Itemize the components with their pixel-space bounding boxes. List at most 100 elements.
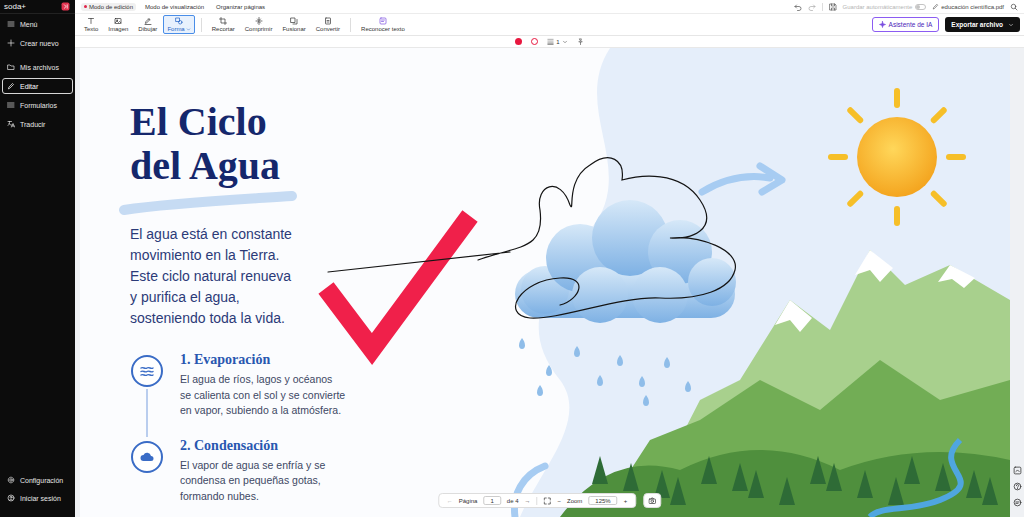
stroke-color-swatch[interactable] (531, 38, 538, 45)
page-navigator: ←Página1de 4→−Zoom125%+ (438, 493, 636, 508)
tool-label: Imagen (108, 26, 128, 32)
ai-assistant-button[interactable]: Asistente de IA (872, 17, 940, 32)
line-width-icon (547, 38, 554, 45)
step-text[interactable]: El vapor de agua se enfría y secondensa … (180, 458, 410, 505)
sidebar-item[interactable]: Editar (2, 78, 73, 94)
logo[interactable]: soda+ (4, 2, 26, 11)
tool-label: Fusionar (282, 26, 305, 32)
redo-icon[interactable] (808, 3, 816, 11)
plus-icon (7, 39, 15, 47)
step-title[interactable]: 1. Evaporación (180, 351, 410, 369)
tool-label: Texto (84, 26, 98, 32)
tool-label-row: Fusionar (282, 26, 305, 32)
tool-button[interactable]: Forma (163, 15, 194, 34)
tool-button[interactable]: Recortar (208, 15, 239, 34)
collapse-sidebar-icon[interactable] (61, 2, 70, 11)
tool-button[interactable]: Dibujar (134, 15, 161, 34)
step-text-line: se calienta con el sol y se convierte (180, 388, 410, 404)
cloud-icon (139, 449, 155, 465)
page-input[interactable]: 1 (483, 496, 500, 505)
water-waves-icon (139, 363, 155, 379)
stroke-width-select[interactable]: 1 (547, 38, 567, 45)
right-tools (1010, 48, 1024, 517)
title-line: del Agua (130, 144, 410, 188)
check-mark-shape[interactable] (326, 216, 470, 349)
tool-button[interactable]: Reconocer texto (357, 15, 409, 34)
help-icon[interactable] (1013, 482, 1022, 491)
feedback-icon[interactable] (1013, 466, 1022, 475)
mode-tab[interactable]: Organizar páginas (213, 3, 268, 11)
pdf-page[interactable]: El Ciclodel Agua El agua está en constant… (80, 48, 1010, 517)
tool-label: Comprimir (245, 26, 273, 32)
prev-page-button[interactable]: ← (447, 498, 453, 504)
zoom-in-button[interactable]: + (624, 498, 628, 504)
sidebar-item[interactable]: Formularios (2, 97, 73, 113)
step: 2. Condensación El vapor de agua se enfrí… (130, 437, 410, 517)
tool-label-row: Comprimir (245, 26, 273, 32)
crop-icon (219, 17, 227, 25)
sidebar-item-label: Formularios (20, 102, 57, 109)
fill-color-swatch[interactable] (515, 38, 522, 45)
merge-icon (290, 17, 298, 25)
edit-icon (7, 82, 15, 90)
sidebar-item-label: Editar (20, 83, 38, 90)
tool-label-row: Reconocer texto (361, 26, 405, 32)
camera-icon (648, 497, 656, 505)
pin-icon[interactable] (577, 38, 584, 45)
zoom-field[interactable]: 125% (588, 496, 617, 505)
page-title[interactable]: El Ciclodel Agua (130, 100, 410, 188)
page-label: Página (459, 498, 478, 504)
next-page-button[interactable]: → (524, 498, 530, 504)
fullscreen-icon[interactable] (543, 497, 551, 505)
file-name[interactable]: educación científica.pdf (932, 3, 1004, 10)
screenshot-button[interactable] (643, 493, 661, 508)
sidebar-header: soda+ (0, 0, 75, 14)
ink-drawing[interactable] (328, 158, 735, 318)
file-name-label[interactable]: educación científica.pdf (941, 4, 1004, 10)
tool-label: Convertir (316, 26, 340, 32)
workspace: El Ciclodel Agua El agua está en constant… (75, 48, 1024, 517)
sidebar-item[interactable]: Crear nuevo (2, 35, 73, 51)
page-number: 1 (490, 498, 493, 504)
top-bar: Modo de edición Modo de visualización Orga… (75, 0, 1024, 14)
sidebar-item-label: Traducir (20, 121, 45, 128)
intro-paragraph[interactable]: El agua está en constantemovimiento en l… (130, 224, 410, 329)
sidebar-item[interactable]: Menú (2, 16, 73, 32)
tool-button[interactable]: Convertir (312, 15, 344, 34)
form-icon (7, 101, 15, 109)
undo-icon[interactable] (794, 3, 802, 11)
mode-label: Organizar páginas (216, 4, 265, 10)
sidebar-footer-item[interactable]: Iniciar sesión (2, 490, 73, 506)
tool-button[interactable]: Texto (80, 15, 102, 34)
autosave: Guardar automáticamente (843, 4, 927, 10)
page-total: de 4 (507, 498, 519, 504)
autosave-toggle[interactable] (915, 4, 926, 10)
sparkle-icon (879, 21, 886, 28)
export-label: Exportar archivo (951, 21, 1003, 28)
sidebar-footer-item[interactable]: Configuración (2, 472, 73, 488)
save-icon[interactable] (829, 3, 837, 11)
export-button[interactable]: Exportar archivo (945, 17, 1020, 32)
tool-button[interactable]: Fusionar (278, 15, 309, 34)
intro-line: sosteniendo toda la vida. (130, 308, 410, 329)
chat-icon[interactable] (1013, 498, 1022, 507)
step-text[interactable]: El agua de ríos, lagos y océanosse calie… (180, 372, 410, 419)
step-badge (131, 355, 163, 387)
shape-options-bar: 1 (75, 36, 1024, 48)
tool-button[interactable]: Imagen (104, 15, 132, 34)
sidebar-item[interactable]: Traducir (2, 116, 73, 132)
intro-line: y purifica el agua, (130, 287, 410, 308)
tool-button[interactable]: Comprimir (241, 15, 277, 34)
zoom-out-button[interactable]: − (557, 498, 561, 504)
page-controls: ←Página1de 4→−Zoom125%+ (438, 493, 661, 508)
sidebar-item-label: Menú (20, 21, 38, 28)
sidebar-item[interactable]: Mis archivos (2, 59, 73, 75)
mode-tab[interactable]: Modo de visualización (142, 3, 207, 11)
pencil-icon (932, 3, 939, 10)
sidebar: soda+ Menú Crear nuevo Mis archivos Editar Fo… (0, 0, 75, 517)
step-connector (146, 389, 148, 437)
mode-tab[interactable]: Modo de edición (81, 3, 136, 11)
zoom-value: 125% (595, 498, 610, 504)
search-icon[interactable] (1010, 3, 1018, 11)
step-title[interactable]: 2. Condensación (180, 437, 410, 455)
